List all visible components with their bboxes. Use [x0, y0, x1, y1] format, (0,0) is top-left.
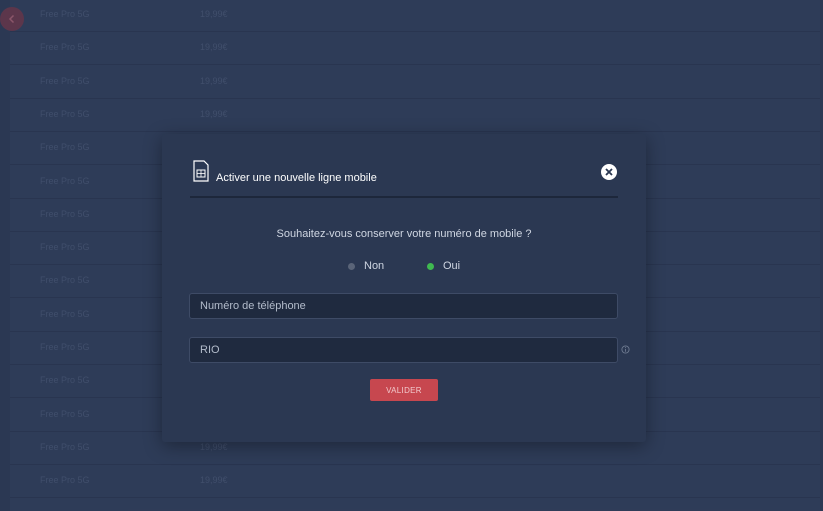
- keep-number-question: Souhaitez-vous conserver votre numéro de…: [276, 228, 532, 240]
- keep-number-radio-group: Non Oui: [162, 260, 646, 274]
- radio-option-non[interactable]: Non: [348, 260, 384, 272]
- close-icon: [605, 168, 613, 176]
- radio-indicator: [348, 262, 355, 270]
- close-button[interactable]: [601, 164, 617, 180]
- submit-button[interactable]: VALIDER: [370, 379, 438, 401]
- rio-input[interactable]: [189, 337, 618, 363]
- phone-number-input[interactable]: [189, 293, 618, 319]
- radio-label: Non: [364, 260, 385, 272]
- modal-title: Activer une nouvelle ligne mobile: [216, 172, 377, 184]
- activate-line-modal: Activer une nouvelle ligne mobile Souhai…: [162, 134, 646, 442]
- modal-header: Activer une nouvelle ligne mobile: [190, 160, 618, 198]
- radio-label: Oui: [443, 260, 461, 272]
- radio-option-oui[interactable]: Oui: [427, 260, 460, 272]
- radio-indicator: [427, 262, 434, 270]
- sim-card-icon: [193, 160, 209, 182]
- info-icon[interactable]: [621, 345, 630, 354]
